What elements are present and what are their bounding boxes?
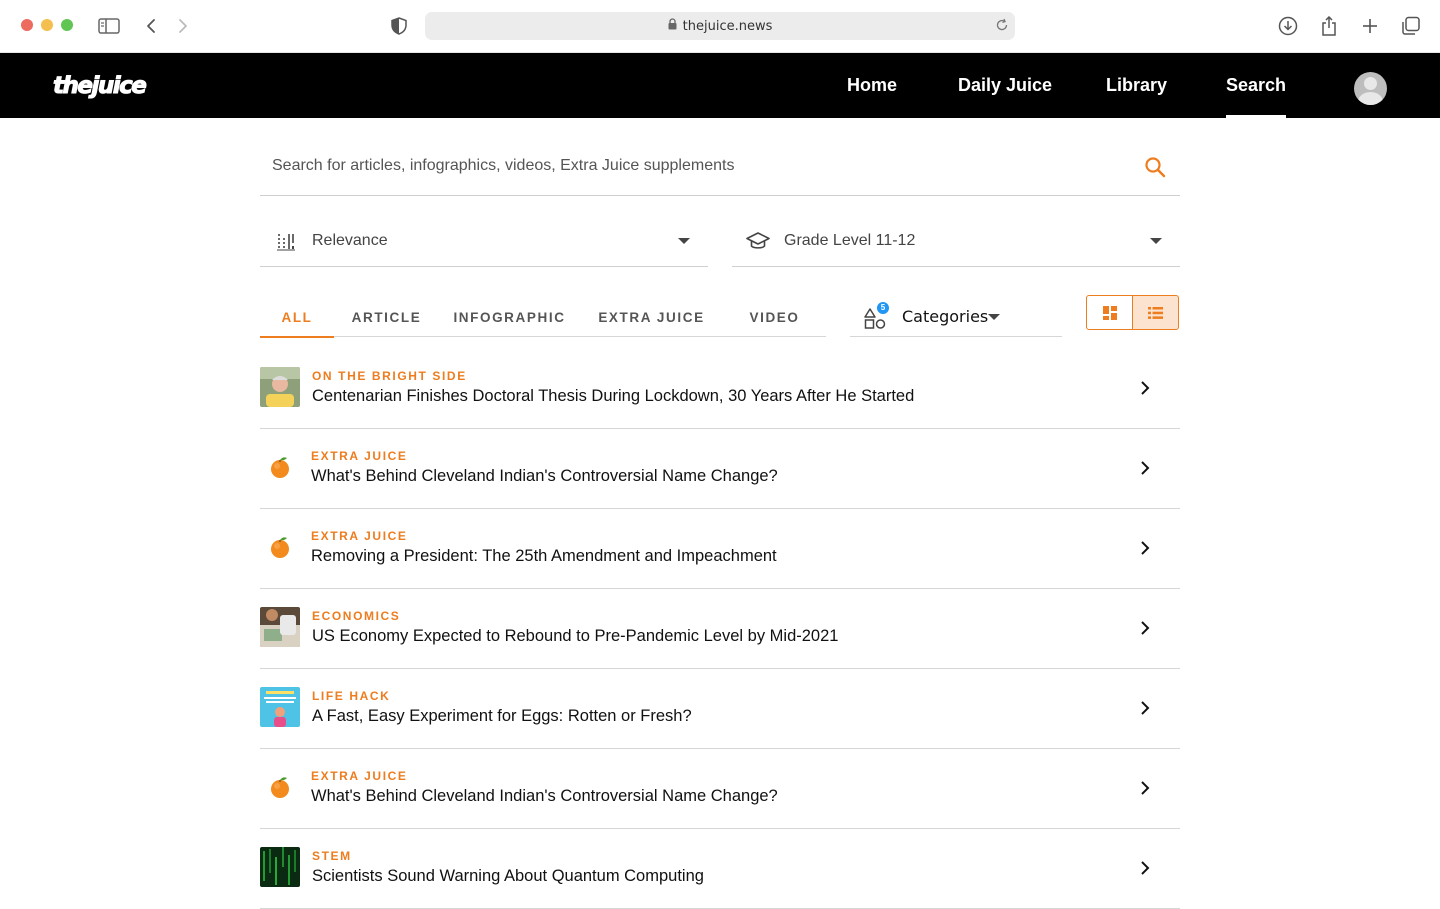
- browser-toolbar: thejuice.news: [0, 0, 1440, 53]
- result-category: ECONOMICS: [312, 609, 401, 623]
- categories-count-badge: 5: [877, 301, 889, 314]
- result-title: A Fast, Easy Experiment for Eggs: Rotten…: [312, 707, 692, 725]
- nav-search[interactable]: Search: [1226, 53, 1287, 118]
- categories-label: Categories: [902, 307, 989, 326]
- result-title: What's Behind Cleveland Indian's Controv…: [311, 467, 778, 485]
- url-text: thejuice.news: [682, 18, 773, 34]
- nav-library[interactable]: Library: [1106, 53, 1167, 118]
- thumbnail-image: [260, 607, 300, 647]
- list-icon: [1148, 306, 1163, 319]
- content-type-row: ALL ARTICLE INFOGRAPHIC EXTRA JUICE VIDE…: [260, 267, 1180, 338]
- grid-icon: [1102, 305, 1117, 320]
- thumbnail-image: [260, 367, 300, 407]
- result-title: Scientists Sound Warning About Quantum C…: [312, 867, 704, 885]
- thumbnail-image: [260, 847, 300, 887]
- sort-select[interactable]: Relevance: [260, 216, 708, 267]
- results-list: ON THE BRIGHT SIDE Centenarian Finishes …: [260, 349, 1180, 909]
- search-bar: [260, 118, 1180, 196]
- address-bar[interactable]: thejuice.news: [425, 12, 1015, 40]
- sort-label: Relevance: [312, 232, 388, 249]
- result-category: EXTRA JUICE: [311, 529, 408, 543]
- graduation-cap-icon: [746, 229, 770, 253]
- result-category: EXTRA JUICE: [311, 449, 408, 463]
- list-item[interactable]: EXTRA JUICE What's Behind Cleveland Indi…: [260, 429, 1180, 509]
- download-icon[interactable]: [1276, 14, 1300, 38]
- result-category: STEM: [312, 849, 352, 863]
- nav-daily-juice[interactable]: Daily Juice: [958, 53, 1052, 118]
- search-icon[interactable]: [1144, 156, 1168, 180]
- close-window-button[interactable]: [21, 19, 33, 31]
- orange-icon: [260, 447, 300, 487]
- orange-icon: [260, 767, 300, 807]
- tab-all[interactable]: ALL: [260, 297, 334, 338]
- result-title: US Economy Expected to Rebound to Pre-Pa…: [312, 627, 839, 645]
- list-item[interactable]: EXTRA JUICE What's Behind Cleveland Indi…: [260, 749, 1180, 829]
- result-category: ON THE BRIGHT SIDE: [312, 369, 467, 383]
- list-item[interactable]: STEM Scientists Sound Warning About Quan…: [260, 829, 1180, 909]
- new-tab-icon[interactable]: [1358, 14, 1382, 38]
- chevron-right-icon: [1141, 461, 1150, 475]
- content-type-tabs: ALL ARTICLE INFOGRAPHIC EXTRA JUICE VIDE…: [260, 297, 826, 338]
- filters-row: Relevance Grade Level 11-12: [260, 196, 1180, 267]
- grid-view-button[interactable]: [1086, 295, 1133, 330]
- tab-video[interactable]: VIDEO: [723, 297, 826, 337]
- categories-select[interactable]: 5 Categories: [850, 297, 1062, 337]
- tab-overview-icon[interactable]: [1399, 14, 1423, 38]
- forward-icon[interactable]: [171, 14, 195, 38]
- list-view-button[interactable]: [1132, 295, 1179, 330]
- chevron-right-icon: [1141, 861, 1150, 875]
- user-avatar[interactable]: [1354, 72, 1387, 105]
- list-item[interactable]: EXTRA JUICE Removing a President: The 25…: [260, 509, 1180, 589]
- chevron-down-icon: [678, 238, 690, 244]
- result-title: Centenarian Finishes Doctoral Thesis Dur…: [312, 387, 915, 405]
- maximize-window-button[interactable]: [61, 19, 73, 31]
- chevron-right-icon: [1141, 381, 1150, 395]
- categories-shapes-icon: 5: [864, 301, 889, 329]
- lock-icon: [668, 18, 677, 34]
- nav-home[interactable]: Home: [847, 53, 897, 118]
- reload-icon[interactable]: [995, 18, 1009, 36]
- sidebar-toggle-icon[interactable]: [97, 14, 121, 38]
- site-header: thejuice Home Daily Juice Library Search: [0, 53, 1440, 118]
- share-icon[interactable]: [1317, 14, 1341, 38]
- chevron-right-icon: [1141, 781, 1150, 795]
- list-item[interactable]: LIFE HACK A Fast, Easy Experiment for Eg…: [260, 669, 1180, 749]
- search-input[interactable]: [260, 148, 1120, 184]
- search-page: Relevance Grade Level 11-12 ALL ARTICLE …: [260, 118, 1180, 909]
- result-title: What's Behind Cleveland Indian's Controv…: [311, 787, 778, 805]
- sort-icon: [274, 229, 298, 253]
- chevron-right-icon: [1141, 541, 1150, 555]
- tab-article[interactable]: ARTICLE: [334, 297, 439, 337]
- chevron-right-icon: [1141, 701, 1150, 715]
- result-title: Removing a President: The 25th Amendment…: [311, 547, 777, 565]
- result-category: EXTRA JUICE: [311, 769, 408, 783]
- thumbnail-image: [260, 687, 300, 727]
- result-category: LIFE HACK: [312, 689, 391, 703]
- grade-select[interactable]: Grade Level 11-12: [732, 216, 1180, 267]
- chevron-down-icon: [1150, 238, 1162, 244]
- chevron-right-icon: [1141, 621, 1150, 635]
- back-icon[interactable]: [139, 14, 163, 38]
- chevron-down-icon: [988, 313, 1001, 320]
- window-controls: [21, 19, 73, 31]
- site-logo[interactable]: thejuice: [52, 73, 147, 100]
- orange-icon: [260, 527, 300, 567]
- privacy-shield-icon[interactable]: [387, 14, 411, 38]
- tab-extra-juice[interactable]: EXTRA JUICE: [580, 297, 723, 337]
- minimize-window-button[interactable]: [41, 19, 53, 31]
- list-item[interactable]: ON THE BRIGHT SIDE Centenarian Finishes …: [260, 349, 1180, 429]
- tab-infographic[interactable]: INFOGRAPHIC: [439, 297, 580, 337]
- list-item[interactable]: ECONOMICS US Economy Expected to Rebound…: [260, 589, 1180, 669]
- grade-label: Grade Level 11-12: [784, 232, 916, 249]
